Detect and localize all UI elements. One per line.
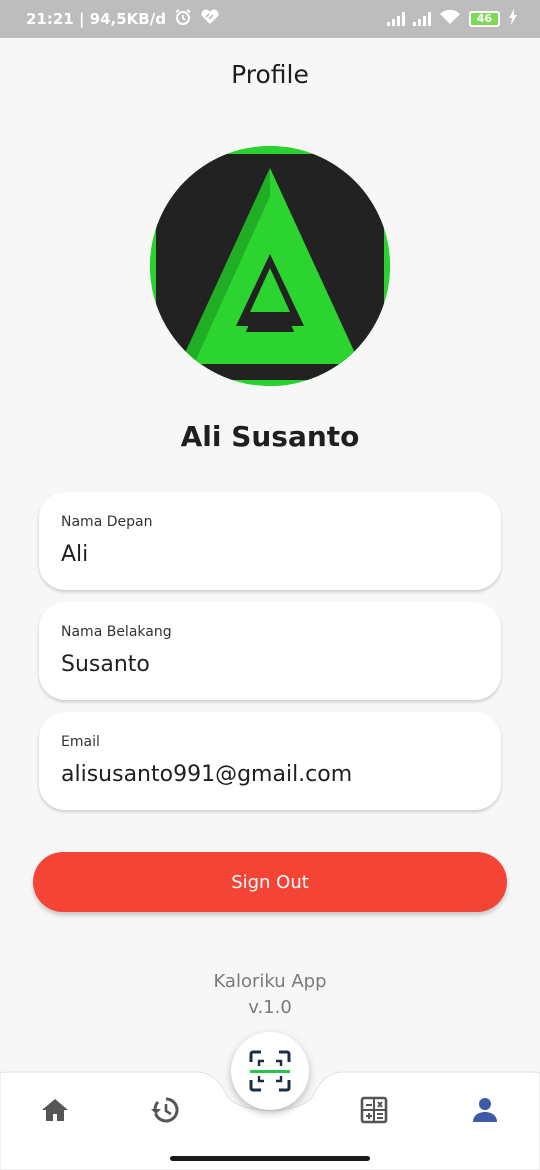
nav-profile[interactable] [469,1094,501,1126]
sign-out-button[interactable]: Sign Out [33,852,507,912]
field-label: Nama Depan [61,514,153,530]
data-saver-icon [200,9,220,29]
scan-icon [249,1050,291,1092]
nav-history[interactable] [149,1094,181,1126]
field-value: Susanto [61,652,150,677]
status-bar: 21:21 | 94,5KB/d 46 [0,0,540,38]
profile-name: Ali Susanto [180,420,360,453]
home-indicator [170,1156,370,1161]
email-field[interactable]: Email alisusanto991@gmail.com [39,712,501,810]
nav-calculator[interactable] [358,1094,390,1126]
app-logo-icon [150,146,390,386]
scan-button[interactable] [231,1032,309,1110]
last-name-field[interactable]: Nama Belakang Susanto [39,602,501,700]
status-time: 21:21 | 94,5KB/d [26,10,166,28]
page-title: Profile [231,60,309,89]
signal-icon [412,12,431,26]
first-name-field[interactable]: Nama Depan Ali [39,492,501,590]
field-label: Email [61,734,100,750]
nav-home[interactable] [39,1094,71,1126]
field-value: alisusanto991@gmail.com [61,762,353,787]
app-name: Kaloriku App [213,971,327,992]
signal-icon [386,12,405,26]
home-icon [42,1099,68,1121]
wifi-icon [439,9,461,29]
field-value: Ali [61,542,89,567]
alarm-icon [174,8,192,30]
avatar[interactable] [150,146,390,386]
battery-icon: 46 [468,11,500,27]
person-icon [473,1098,497,1122]
app-version: v.1.0 [248,997,292,1018]
field-label: Nama Belakang [61,624,172,640]
calculator-icon [360,1096,388,1124]
history-icon [151,1097,179,1123]
battery-level: 46 [476,12,492,25]
charging-icon [508,9,518,29]
